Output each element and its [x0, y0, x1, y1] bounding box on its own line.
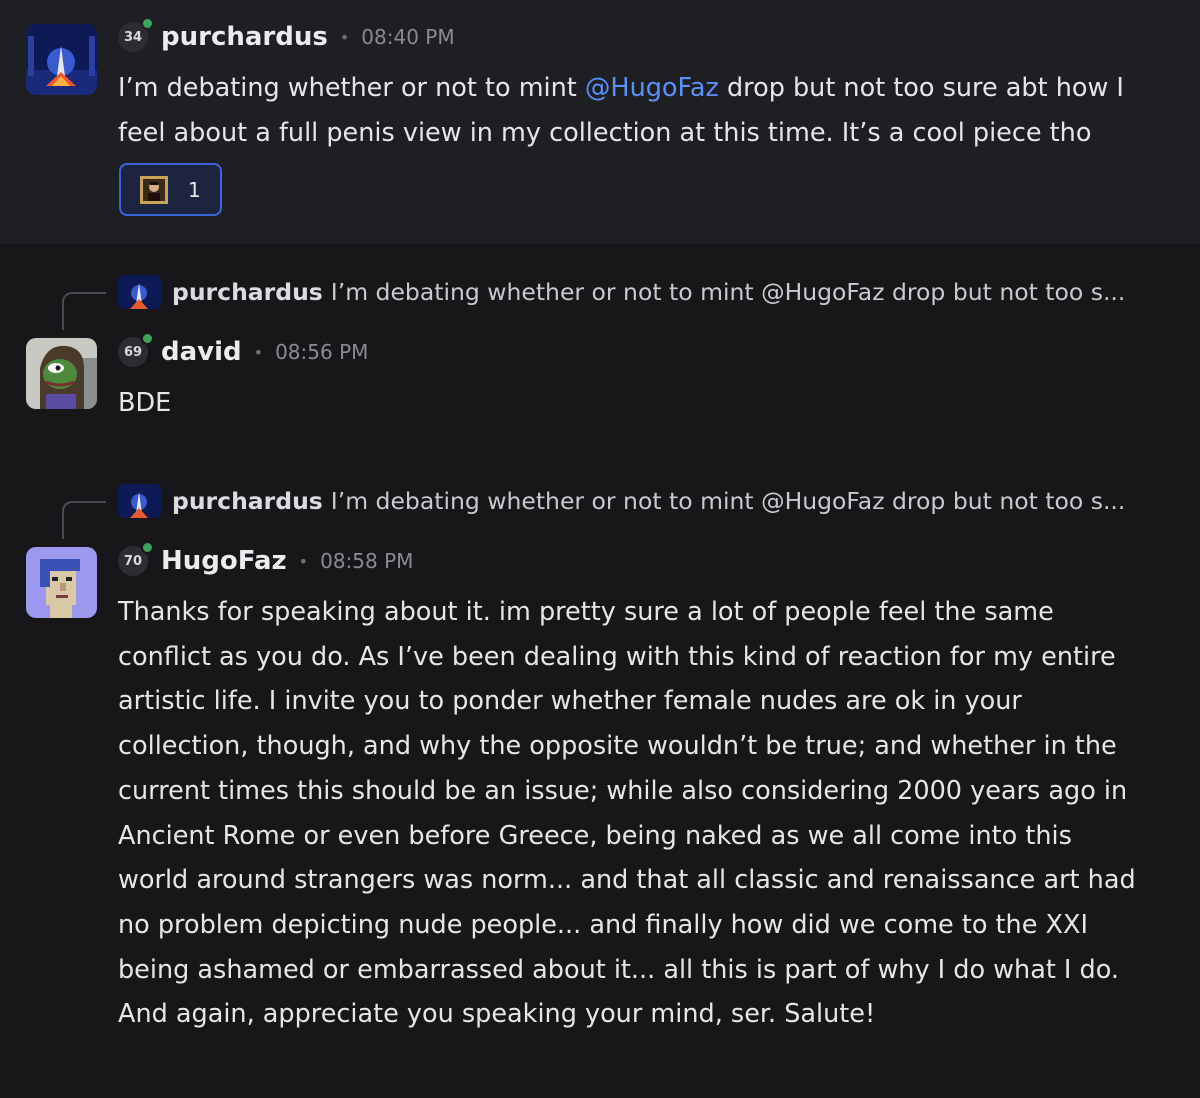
pixel-punk-avatar-icon [26, 547, 97, 618]
message-line: collection, though, and why the opposite… [118, 731, 1117, 762]
reaction-button[interactable]: 1 [119, 163, 222, 216]
separator-dot: • [339, 27, 350, 47]
username[interactable]: HugoFaz [161, 546, 287, 576]
timestamp: 08:58 PM [320, 549, 414, 573]
message-line: current times this should be an issue; w… [118, 775, 1128, 806]
moonshot-avatar-icon [118, 484, 161, 518]
username[interactable]: david [161, 337, 242, 367]
reply-connector [62, 501, 106, 539]
reply-avatar [118, 275, 161, 309]
reaction-count: 1 [188, 177, 201, 202]
message-line: no problem depicting nude people... and … [118, 909, 1088, 940]
message-line: conflict as you do. As I’ve been dealing… [118, 641, 1116, 672]
message-line: And again, appreciate you speaking your … [118, 999, 876, 1030]
reply-preview[interactable]: purchardus I’m debating whether or not t… [118, 274, 1178, 310]
reply-avatar [118, 484, 161, 518]
reply-username[interactable]: purchardus [172, 278, 323, 306]
reply-text: I’m debating whether or not to mint @Hug… [330, 487, 1126, 515]
level-badge: 34 [118, 17, 154, 52]
message-line: Ancient Rome or even before Greece, bein… [118, 820, 1072, 851]
moonshot-avatar-icon [118, 275, 161, 309]
timestamp: 08:56 PM [275, 340, 369, 364]
message-david: purchardus I’m debating whether or not t… [0, 244, 1200, 444]
message-purchardus: 34 purchardus • 08:40 PM I’m debating wh… [0, 0, 1200, 244]
reply-text: I’m debating whether or not to mint @Hug… [330, 278, 1126, 306]
message-line: world around strangers was norm... and t… [118, 865, 1136, 896]
level-badge: 70 [118, 541, 154, 576]
separator-dot: • [253, 342, 264, 362]
message-text: I’m debating whether or not to mint @Hug… [118, 73, 1124, 148]
avatar-hugofaz[interactable] [26, 547, 97, 618]
reply-preview[interactable]: purchardus I’m debating whether or not t… [118, 483, 1178, 519]
username[interactable]: purchardus [161, 22, 328, 52]
reply-connector [62, 292, 106, 330]
online-indicator [141, 17, 154, 30]
timestamp: 08:40 PM [361, 25, 455, 49]
mention-link[interactable]: @HugoFaz [585, 73, 719, 103]
portrait-emoji-icon [140, 175, 168, 204]
message-text: Thanks for speaking about it. im pretty … [118, 590, 1178, 1037]
message-line: being ashamed or embarrassed about it...… [118, 954, 1119, 985]
separator-dot: • [298, 551, 309, 571]
message-hugofaz: purchardus I’m debating whether or not t… [0, 444, 1200, 1098]
message-text: BDE [118, 388, 172, 418]
reply-username[interactable]: purchardus [172, 487, 323, 515]
level-badge: 69 [118, 332, 154, 367]
avatar-david[interactable] [26, 338, 97, 409]
message-line: Thanks for speaking about it. im pretty … [118, 597, 1054, 627]
online-indicator [141, 541, 154, 554]
moonshot-avatar-icon [26, 24, 97, 95]
message-line: artistic life. I invite you to ponder wh… [118, 686, 1022, 717]
pepe-avatar-icon [26, 338, 97, 409]
avatar-purchardus[interactable] [26, 24, 97, 95]
online-indicator [141, 332, 154, 345]
